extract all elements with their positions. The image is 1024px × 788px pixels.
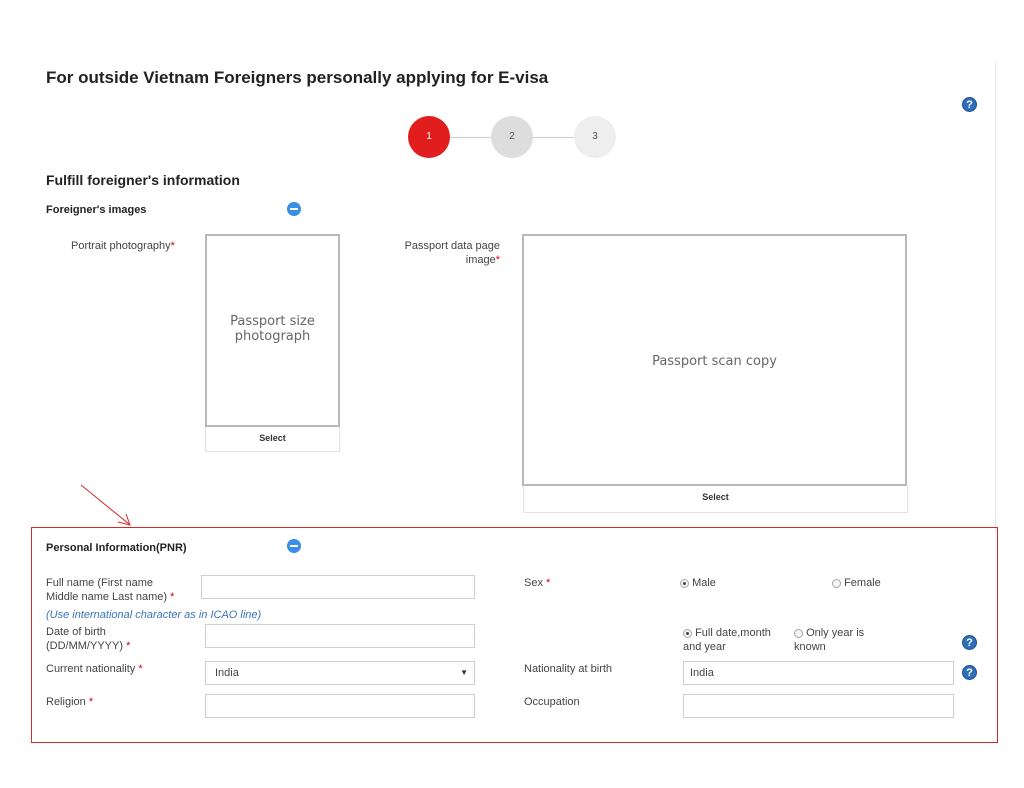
nationality-at-birth-input[interactable]: India xyxy=(683,661,954,685)
question-circle-icon[interactable]: ? xyxy=(962,665,977,680)
portrait-placeholder: Passport size photograph xyxy=(230,314,315,344)
occupation-label: Occupation xyxy=(524,696,580,708)
pnr-section-title: Personal Information(PNR) xyxy=(46,542,187,554)
portrait-upload-box[interactable]: Passport size photograph xyxy=(205,234,340,427)
dropdown-arrow-icon: ▼ xyxy=(460,668,468,677)
radio-selected-icon[interactable] xyxy=(683,628,692,638)
radio-unselected-icon[interactable] xyxy=(794,628,803,638)
nationality-label: Current nationality * xyxy=(46,663,143,675)
full-name-hint: (Use international character as in ICAO … xyxy=(46,609,262,621)
dob-mode-year-only[interactable]: Only year is known xyxy=(794,626,864,654)
step-connector xyxy=(450,137,491,138)
sex-option-female[interactable]: Female xyxy=(832,576,881,590)
divider xyxy=(995,62,996,532)
nationality-at-birth-label: Nationality at birth xyxy=(524,663,613,675)
passport-label: Passport data page image* xyxy=(404,240,500,266)
religion-input[interactable] xyxy=(205,694,475,718)
radio-selected-icon[interactable] xyxy=(680,578,689,588)
dob-input[interactable] xyxy=(205,624,475,648)
passport-select-button[interactable]: Select xyxy=(523,486,908,513)
collapse-minus-icon[interactable] xyxy=(287,539,301,553)
full-name-input[interactable] xyxy=(201,575,475,599)
sex-option-male[interactable]: Male xyxy=(680,576,716,590)
passport-upload-box[interactable]: Passport scan copy xyxy=(522,234,907,486)
dob-mode-full-date[interactable]: Full date,month and year xyxy=(683,626,771,654)
nationality-selected-value: India xyxy=(215,667,239,679)
radio-unselected-icon[interactable] xyxy=(832,578,841,588)
page-title: For outside Vietnam Foreigners personall… xyxy=(46,68,549,87)
step-1[interactable]: 1 xyxy=(408,116,450,158)
occupation-input[interactable] xyxy=(683,694,954,718)
step-2[interactable]: 2 xyxy=(491,116,533,158)
nationality-select[interactable]: India ▼ xyxy=(205,661,475,685)
section-title: Fulfill foreigner's information xyxy=(46,172,240,188)
full-name-label: Full name (First name Middle name Last n… xyxy=(46,577,175,603)
step-connector xyxy=(533,137,574,138)
step-3[interactable]: 3 xyxy=(574,116,616,158)
religion-label: Religion * xyxy=(46,696,94,708)
dob-label: Date of birth (DD/MM/YYYY) * xyxy=(46,626,131,652)
portrait-label: Portrait photography* xyxy=(71,240,175,252)
question-circle-icon[interactable]: ? xyxy=(962,97,977,112)
passport-placeholder: Passport scan copy xyxy=(652,354,777,369)
annotation-arrow xyxy=(80,484,131,526)
portrait-select-button[interactable]: Select xyxy=(205,427,340,452)
question-circle-icon[interactable]: ? xyxy=(962,635,977,650)
collapse-minus-icon[interactable] xyxy=(287,202,301,216)
images-section-title: Foreigner's images xyxy=(46,204,147,216)
sex-label: Sex * xyxy=(524,577,551,589)
